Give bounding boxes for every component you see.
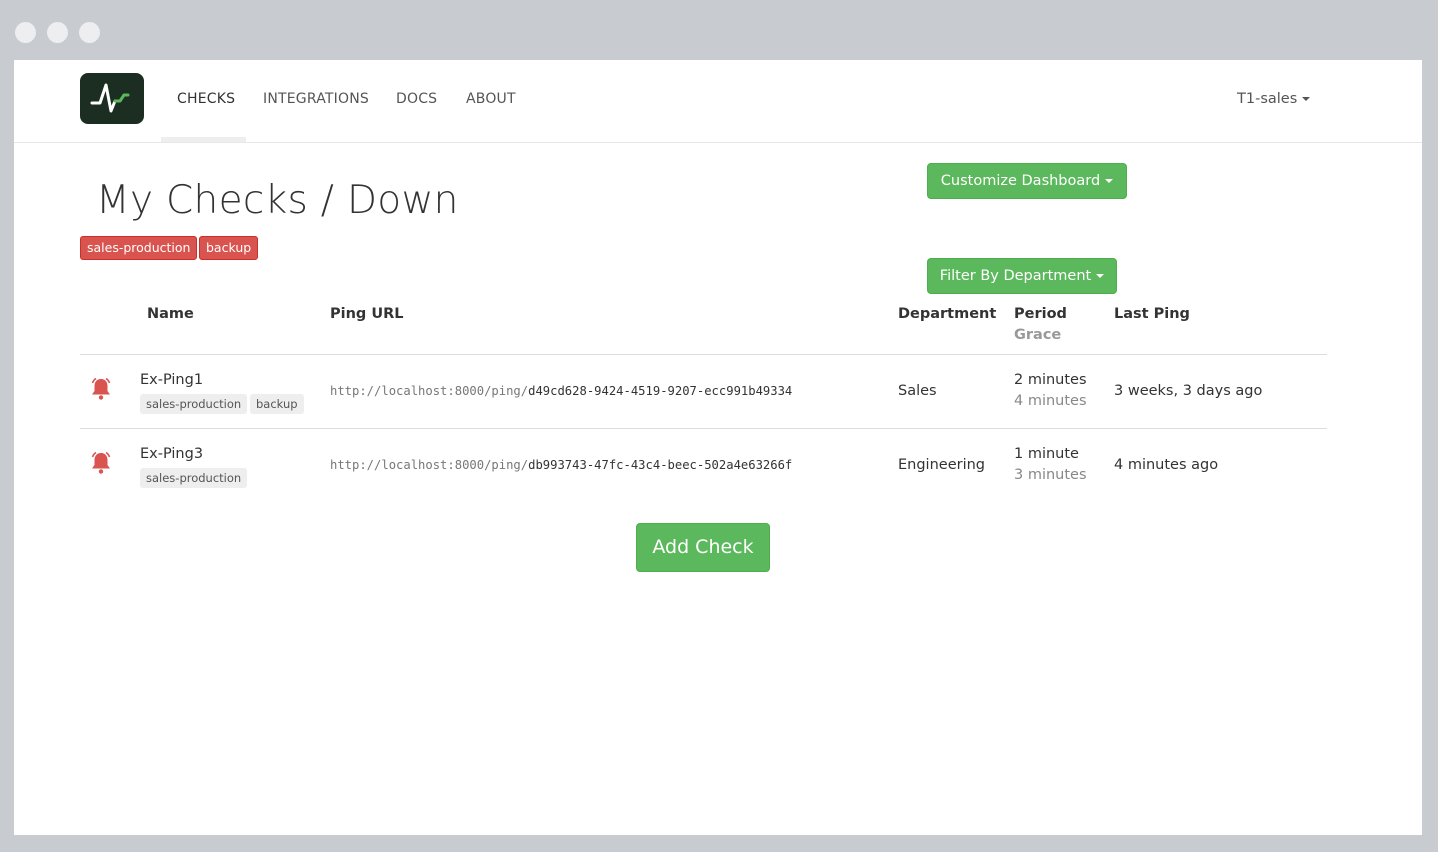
column-header-name[interactable]: Name — [147, 306, 194, 322]
ping-url-base: http://localhost:8000/ping/ — [330, 384, 529, 398]
column-header-last-ping[interactable]: Last Ping — [1114, 306, 1190, 322]
check-tag[interactable]: sales-production — [140, 394, 248, 414]
caret-down-icon — [1096, 274, 1105, 278]
bell-icon[interactable] — [90, 451, 112, 475]
check-name[interactable]: Ex-Ping3 — [140, 446, 203, 462]
period-value[interactable]: 1 minute — [1014, 446, 1079, 462]
department-cell: Sales — [898, 383, 937, 399]
window-minimize-dot[interactable] — [47, 22, 68, 43]
nav-integrations[interactable]: INTEGRATIONS — [263, 91, 369, 107]
ping-url-code: db993743-47fc-43c4-beec-502a4e63266f — [528, 458, 793, 472]
nav-docs[interactable]: DOCS — [396, 91, 437, 107]
last-ping-value: 4 minutes ago — [1114, 457, 1219, 473]
filter-tag-backup[interactable]: backup — [199, 236, 259, 260]
window-close-dot[interactable] — [15, 22, 36, 43]
check-tag[interactable]: sales-production — [140, 468, 248, 488]
filter-by-department-label: Filter By Department — [939, 268, 1092, 284]
grace-value[interactable]: 4 minutes — [1014, 393, 1087, 409]
check-tag[interactable]: backup — [250, 394, 304, 414]
active-nav-indicator — [161, 137, 246, 142]
add-check-button[interactable]: Add Check — [636, 523, 770, 572]
bell-icon[interactable] — [90, 377, 112, 401]
last-ping-value: 3 weeks, 3 days ago — [1114, 383, 1263, 399]
filter-tag-sales-production[interactable]: sales-production — [80, 236, 198, 260]
browser-window: CHECKS INTEGRATIONS DOCS ABOUT T1-sales … — [14, 60, 1422, 835]
column-header-ping-url: Ping URL — [330, 306, 404, 322]
pulse-logo-icon — [90, 83, 130, 113]
ping-url-base: http://localhost:8000/ping/ — [330, 458, 529, 472]
column-header-period: Period — [1014, 306, 1067, 322]
window-maximize-dot[interactable] — [79, 22, 100, 43]
customize-dashboard-button[interactable]: Customize Dashboard — [927, 163, 1127, 199]
caret-down-icon — [1302, 97, 1311, 101]
ping-url[interactable]: http://localhost:8000/ping/db993743-47fc… — [330, 458, 792, 472]
department-cell: Engineering — [898, 457, 985, 473]
caret-down-icon — [1105, 179, 1114, 183]
period-value[interactable]: 2 minutes — [1014, 372, 1087, 388]
page-title: My Checks / Down — [96, 178, 459, 223]
nav-about[interactable]: ABOUT — [466, 91, 516, 107]
customize-dashboard-label: Customize Dashboard — [940, 173, 1101, 189]
ping-url-code: d49cd628-9424-4519-9207-ecc991b49334 — [528, 384, 793, 398]
logo[interactable] — [80, 73, 144, 124]
ping-url[interactable]: http://localhost:8000/ping/d49cd628-9424… — [330, 384, 792, 398]
browser-chrome — [0, 0, 1438, 60]
column-header-grace: Grace — [1014, 327, 1062, 343]
check-name[interactable]: Ex-Ping1 — [140, 372, 203, 388]
navbar: CHECKS INTEGRATIONS DOCS ABOUT T1-sales — [14, 60, 1422, 143]
user-menu[interactable]: T1-sales — [1237, 91, 1311, 107]
grace-value[interactable]: 3 minutes — [1014, 467, 1087, 483]
column-header-department: Department — [898, 306, 997, 322]
user-menu-label: T1-sales — [1237, 91, 1298, 107]
filter-by-department-button[interactable]: Filter By Department — [927, 258, 1117, 294]
nav-checks[interactable]: CHECKS — [177, 91, 235, 107]
table-divider — [80, 354, 1327, 355]
table-divider — [80, 428, 1327, 429]
